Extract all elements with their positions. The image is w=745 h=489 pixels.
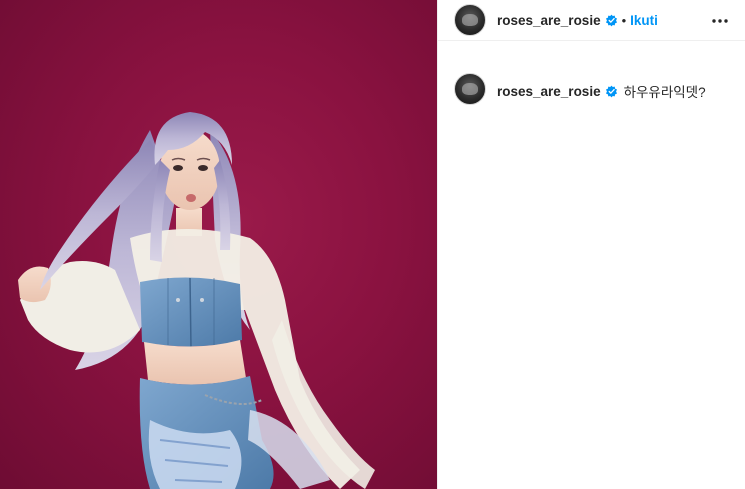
separator-dot: • (621, 12, 627, 28)
more-options-icon[interactable] (712, 13, 728, 29)
post-caption: roses_are_rosie 하우유라익뎃? (454, 73, 734, 105)
caption-username[interactable]: roses_are_rosie (497, 84, 601, 99)
post-photo-illustration (18, 112, 375, 489)
caption-line: roses_are_rosie 하우유라익뎃? (486, 73, 706, 101)
post-header: roses_are_rosie • Ikuti (438, 0, 745, 41)
caption-verified-badge-icon (605, 85, 617, 98)
post-side-panel: roses_are_rosie • Ikuti roses_are_rosie (437, 0, 745, 489)
verified-badge-icon (605, 14, 617, 26)
instagram-post: roses_are_rosie • Ikuti roses_are_rosie (0, 0, 745, 489)
header-username[interactable]: roses_are_rosie (497, 13, 601, 28)
follow-button[interactable]: Ikuti (630, 13, 658, 28)
caption-avatar[interactable] (454, 73, 486, 105)
caption-text: 하우유라익뎃? (623, 85, 706, 100)
avatar[interactable] (454, 4, 486, 36)
post-photo[interactable] (0, 0, 437, 489)
